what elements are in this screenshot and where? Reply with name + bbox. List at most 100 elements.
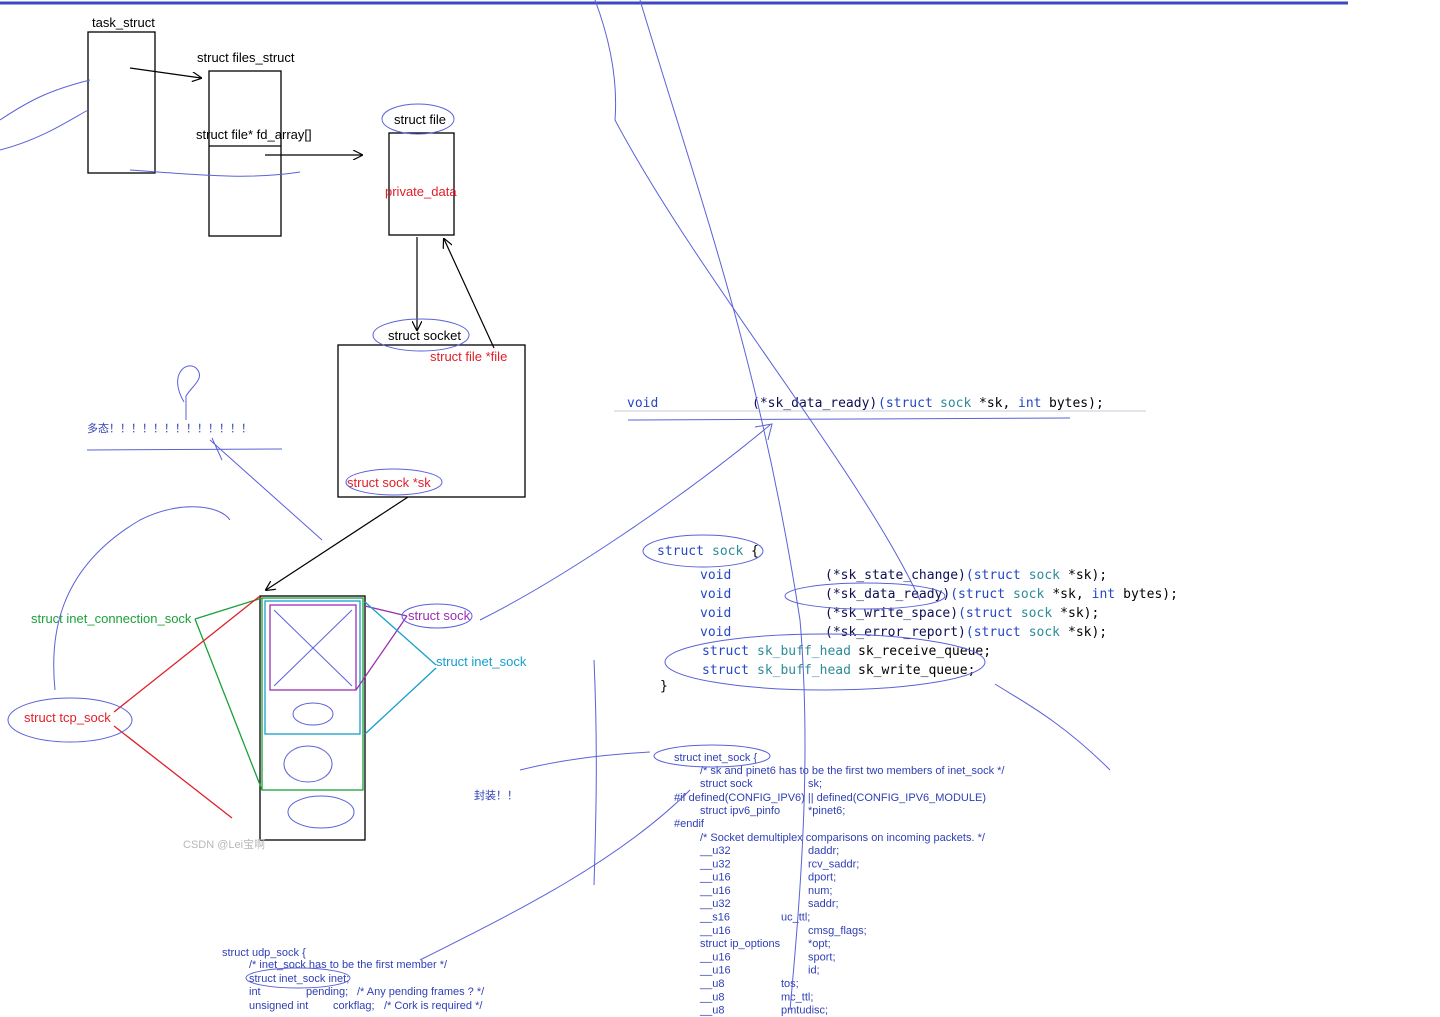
udp-line: unsigned int — [249, 1000, 308, 1012]
sock-field-args-rest: *sk); — [1068, 625, 1107, 640]
inet-member-name: dport; — [808, 872, 836, 884]
task-struct-group: task_struct — [87, 15, 201, 174]
struct-sock-label: struct sock — [408, 608, 471, 623]
sock-field-args-kw: (struct — [966, 568, 1021, 583]
sock-field-args-kw: (struct — [966, 625, 1021, 640]
task-to-files-arrow — [129, 67, 201, 78]
sock-hierarchy-group: struct inet_connection_sock struct sock … — [24, 595, 527, 841]
struct-sock-ptr-label: struct sock *sk — [347, 475, 431, 490]
pen-arrow-polymorphism — [209, 437, 323, 541]
inet-member-name: mc_ttl; — [781, 991, 813, 1003]
struct-file-label: struct file — [394, 112, 446, 127]
pen-circle-slot-1 — [292, 702, 334, 726]
udp-line: /* Cork is required */ — [384, 1000, 483, 1012]
inet-member-type: __u16 — [699, 951, 731, 963]
struct-file-ptr-label: struct file *file — [430, 349, 507, 364]
pen-stroke-vertical — [593, 659, 597, 886]
cyan-line-bottom — [364, 667, 437, 735]
inet-member-name: daddr; — [808, 845, 839, 857]
csdn-watermark: CSDN @Lei宝啊 — [183, 837, 265, 851]
udp-line: int — [249, 986, 261, 998]
files-struct-group: struct files_struct struct file* fd_arra… — [196, 50, 362, 237]
underline-polymorphism — [86, 448, 283, 451]
task-struct-box — [87, 31, 156, 174]
sock-header-brace: { — [751, 544, 759, 559]
inet-member-name: uc_ttl; — [781, 912, 810, 924]
code-bytes: bytes); — [1049, 396, 1104, 411]
sock-field-args-rest: *sk); — [1068, 568, 1107, 583]
fd-array-label: struct file* fd_array[] — [196, 127, 312, 142]
udp-line: struct inet_sock inet; — [249, 973, 349, 985]
sock-field-type: void — [700, 625, 731, 640]
sock-field-name: (*sk_data_ready) — [825, 587, 950, 602]
code-fn: (*sk_data_ready) — [752, 396, 877, 411]
sock-queue-type: sk_buff_head — [757, 644, 851, 659]
inet-line: struct ipv6_pinfo — [700, 805, 780, 817]
inet-member-type: __u32 — [699, 898, 731, 910]
sock-field-args-ty: sock — [1029, 568, 1060, 583]
udp-sock-code-block: struct udp_sock {/* inet_sock has to be … — [222, 947, 485, 1012]
sock-field-type: void — [700, 568, 731, 583]
sock-field-args-rest: *sk); — [1060, 606, 1099, 621]
inet-member-type: struct ip_options — [700, 938, 781, 950]
sock-field-name: (*sk_error_report) — [825, 625, 966, 640]
pen-arrow-encapsulation — [519, 751, 651, 771]
pen-stroke-udp — [419, 789, 691, 961]
sock-closing-brace: } — [660, 679, 668, 694]
pen-curve-left — [53, 506, 231, 691]
inet-line: #if defined(CONFIG_IPV6) || defined(CONF… — [674, 792, 986, 804]
sock-header-name: sock — [712, 544, 743, 559]
files-struct-label: struct files_struct — [197, 50, 295, 65]
green-line-bottom — [194, 618, 263, 791]
inet-member-type: __s16 — [699, 912, 730, 924]
inet-line: struct sock — [700, 778, 753, 790]
udp-line: /* inet_sock has to be the first member … — [249, 959, 448, 971]
green-line-top — [194, 597, 263, 620]
sock-field-args-rest: *sk, — [1052, 587, 1083, 602]
polymorphism-note: 多态！！！！！！！！！！！！！ — [87, 421, 252, 435]
sock-field-args-tail: bytes); — [1123, 587, 1178, 602]
sock-queue-kw: struct — [702, 644, 749, 659]
inet-sock-code-block: struct inet_sock {/* sk and pinet6 has t… — [674, 752, 1005, 1017]
pen-long-stroke-1 — [594, 0, 921, 601]
inet-member-name: *opt; — [808, 938, 831, 950]
sock-queue-name: sk_receive_queue; — [858, 644, 991, 659]
inet-sock-label: struct inet_sock — [436, 654, 527, 669]
sock-queue-kw: struct — [702, 663, 749, 678]
struct-socket-group: struct socket struct file *file struct s… — [266, 328, 526, 590]
sock-field-args-ty: sock — [1013, 587, 1044, 602]
pen-circle-slot-3 — [287, 795, 355, 829]
struct-file-group: struct file private_data — [385, 112, 495, 349]
inet-member-type: __u8 — [699, 991, 724, 1003]
diagram-canvas: task_struct struct files_struct struct f… — [0, 0, 1348, 1017]
pen-scribble-topleft — [0, 79, 91, 151]
pen-circle-queues — [664, 633, 986, 691]
encapsulation-note: 封装！！ — [474, 788, 518, 802]
inet-member-name: sport; — [808, 951, 836, 963]
question-mark-doodle — [177, 365, 200, 420]
code-struct: (struct — [878, 396, 933, 411]
pen-annotations — [0, 0, 1111, 1011]
inet-line: *pinet6; — [808, 805, 845, 817]
task-struct-label: task_struct — [92, 15, 155, 30]
inet-member-type: __u32 — [699, 845, 731, 857]
sock-queue-name: sk_write_queue; — [858, 663, 975, 678]
tcp-sock-label: struct tcp_sock — [24, 710, 111, 725]
udp-line: /* Any pending frames ? */ — [357, 986, 485, 998]
sock-header-struct: struct — [657, 544, 704, 559]
sock-field-args-kw: (struct — [958, 606, 1013, 621]
sock-field-args-kw: (struct — [950, 587, 1005, 602]
inet-member-name: rcv_saddr; — [808, 858, 859, 870]
inet-line: struct inet_sock { — [674, 752, 757, 764]
sock-field-args-ty: sock — [1021, 606, 1052, 621]
inet-member-name: num; — [808, 885, 832, 897]
sock-field-args-int: int — [1092, 587, 1115, 602]
inet-line: /* Socket demultiplex comparisons on inc… — [700, 832, 986, 844]
udp-line: corkflag; — [333, 1000, 375, 1012]
inet-member-name: id; — [808, 965, 820, 977]
sock-field-type: void — [700, 606, 731, 621]
inet-member-type: __u8 — [699, 978, 724, 990]
sock-field-name: (*sk_state_change) — [825, 568, 966, 583]
inet-member-type: __u8 — [699, 1005, 724, 1017]
inet-sock-box — [264, 600, 361, 735]
